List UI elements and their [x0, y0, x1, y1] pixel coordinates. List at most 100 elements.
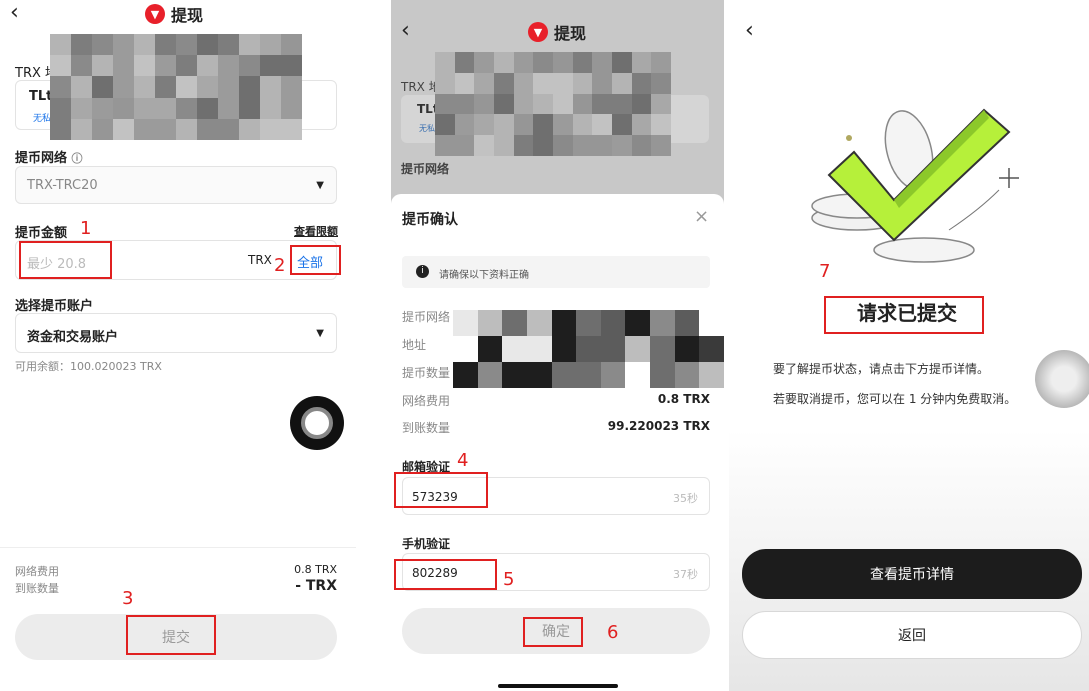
back-arrow-icon[interactable]: ‹ — [401, 20, 410, 42]
mosaic-cell — [435, 93, 455, 115]
mosaic-cell — [477, 336, 503, 362]
success-panel: ‹ 请求已提交 要了解提币状态，请点击下方提币详情。 若要取消提币，您可以在 1… — [729, 0, 1089, 691]
mosaic-cell — [71, 97, 92, 119]
network-label: 提币网络 ⓘ — [15, 151, 83, 166]
mosaic-cell — [92, 76, 113, 98]
mosaic-cell — [239, 118, 260, 140]
floating-assist-button[interactable] — [1035, 350, 1089, 408]
mosaic-cell — [92, 55, 113, 77]
mosaic-cell — [493, 93, 514, 115]
annotation-box-4 — [394, 472, 488, 508]
network-select[interactable]: TRX-TRC20 ▼ — [15, 166, 337, 204]
mosaic-cell — [572, 52, 593, 73]
mosaic-cell — [155, 34, 176, 56]
available-balance: 可用余额：100.020023 TRX — [15, 360, 162, 373]
mosaic-cell — [592, 52, 612, 73]
mosaic-cell — [477, 362, 503, 388]
mosaic-cell — [197, 118, 218, 140]
close-icon[interactable]: × — [694, 206, 709, 227]
info-icon: ⓘ — [71, 152, 83, 165]
mosaic-cell — [526, 336, 552, 362]
mosaic-cell — [572, 135, 593, 156]
mosaic-cell — [134, 118, 155, 140]
mosaic-cell — [650, 362, 675, 388]
annotation-number: 3 — [122, 588, 134, 609]
mosaic-cell — [477, 310, 503, 336]
mosaic-cell — [651, 114, 671, 136]
mosaic-cell — [625, 310, 651, 336]
mosaic-cell — [92, 118, 113, 140]
success-check-illustration — [811, 108, 1019, 263]
account-select[interactable]: 资金和交易账户 ▼ — [15, 313, 337, 353]
mosaic-cell — [611, 93, 632, 115]
cancel-hint: 若要取消提币，您可以在 1 分钟内免费取消。 — [773, 392, 1017, 406]
annotation-number: 2 — [274, 255, 286, 276]
mosaic-cell — [551, 310, 577, 336]
mosaic-cell — [611, 72, 632, 94]
page-title: ▼ 提现 — [145, 2, 203, 26]
assist-ring-icon — [301, 407, 333, 439]
mosaic-cell — [113, 34, 134, 56]
mosaic-cell — [513, 72, 534, 94]
mosaic-cell — [572, 72, 593, 94]
sheet-title: 提币确认 — [402, 212, 458, 228]
annotation-number: 6 — [607, 622, 619, 643]
mosaic-cell — [218, 97, 239, 119]
mosaic-cell — [631, 52, 652, 73]
mosaic-cell — [474, 72, 494, 94]
divider — [0, 547, 356, 548]
mosaic-cell — [552, 72, 573, 94]
mosaic-cell — [71, 118, 92, 140]
annotation-box-7 — [824, 296, 984, 334]
mosaic-cell — [631, 72, 652, 94]
mosaic-cell — [625, 336, 651, 362]
mosaic-cell — [513, 93, 534, 115]
phone-label: 手机验证 — [402, 537, 451, 551]
mosaic-cell — [600, 310, 626, 336]
mosaic-cell — [592, 72, 612, 94]
mosaic-cell — [651, 72, 671, 94]
view-details-button[interactable]: 查看提币详情 — [742, 549, 1082, 599]
mosaic-cell — [281, 55, 302, 77]
mosaic-cell — [651, 135, 671, 156]
mosaic-cell — [176, 76, 197, 98]
mosaic-cell — [281, 97, 302, 119]
annotation-number: 1 — [80, 218, 92, 239]
mosaic-cell — [493, 114, 514, 136]
mosaic-cell — [134, 76, 155, 98]
dropdown-arrow-icon: ▼ — [316, 180, 324, 191]
annotation-box-1 — [19, 241, 112, 279]
back-arrow-icon[interactable]: ‹ — [10, 2, 19, 24]
mosaic-cell — [650, 336, 675, 362]
info-icon: i — [416, 265, 429, 278]
mosaic-cell — [454, 72, 475, 94]
mosaic-cell — [155, 97, 176, 119]
annotation-box-6 — [523, 617, 583, 647]
mosaic-cell — [260, 34, 281, 56]
back-arrow-icon[interactable]: ‹ — [745, 20, 754, 42]
mosaic-cell — [113, 55, 134, 77]
mosaic-cell — [454, 93, 475, 115]
mosaic-cell — [674, 362, 700, 388]
mosaic-cell — [600, 336, 626, 362]
mosaic-cell — [260, 55, 281, 77]
mosaic-cell — [611, 135, 632, 156]
mosaic-cell — [576, 310, 601, 336]
mosaic-cell — [50, 76, 71, 98]
floating-assist-button[interactable] — [290, 396, 344, 450]
mosaic-cell — [533, 93, 553, 115]
privacy-mosaic — [50, 34, 302, 140]
page-title: ▼ 提现 — [528, 20, 586, 44]
mosaic-cell — [493, 52, 514, 73]
privacy-mosaic — [453, 310, 724, 388]
mosaic-cell — [533, 72, 553, 94]
return-button[interactable]: 返回 — [742, 611, 1082, 659]
annotation-box-5 — [394, 559, 497, 590]
mosaic-cell — [176, 55, 197, 77]
arrive-value: - TRX — [295, 578, 337, 594]
mosaic-cell — [474, 52, 494, 73]
view-limit-link[interactable]: 查看限额 — [294, 223, 338, 239]
tron-logo-icon: ▼ — [528, 22, 548, 42]
mosaic-cell — [239, 97, 260, 119]
mosaic-cell — [239, 55, 260, 77]
